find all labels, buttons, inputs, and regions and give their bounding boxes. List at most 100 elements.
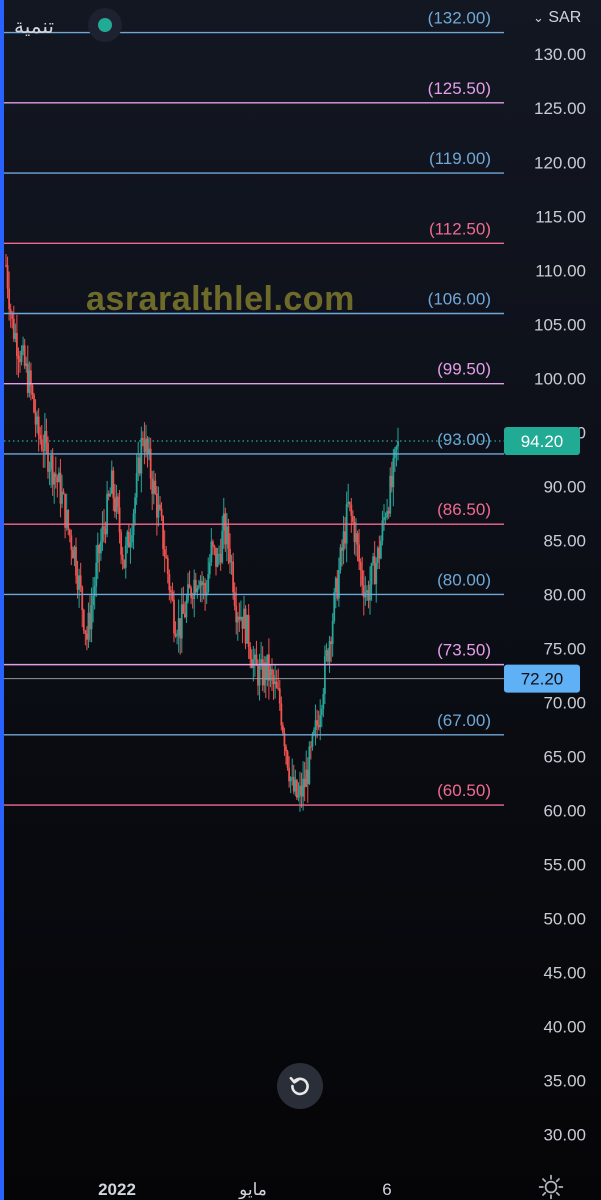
price-tick-label: 85.00	[543, 531, 586, 550]
candle-body	[84, 630, 87, 634]
symbol-title[interactable]: تنمية	[14, 14, 54, 38]
candle-body	[47, 442, 49, 472]
candle-body	[302, 778, 305, 797]
candle-body	[218, 553, 221, 555]
candle-body	[244, 608, 247, 644]
candle-body	[375, 563, 378, 585]
candle-body	[294, 780, 297, 792]
candle-body	[379, 540, 382, 559]
time-axis-label: 6	[382, 1180, 391, 1199]
candle-body	[347, 501, 350, 504]
candle-body	[154, 480, 157, 494]
candle-body	[51, 455, 54, 485]
candle-body	[238, 616, 241, 620]
level-label: (60.50)	[437, 781, 491, 800]
currency-selector[interactable]: ⌄ SAR	[533, 9, 581, 27]
candle-body	[362, 585, 365, 598]
candle-body	[101, 526, 104, 542]
candle-body	[191, 597, 194, 599]
candle-body	[261, 659, 264, 686]
candle-body	[33, 394, 35, 413]
candle-body	[36, 416, 39, 425]
candle-body	[37, 416, 40, 436]
price-chart[interactable]: (132.00) (125.50) (119.00) (112.50) (106.00)…	[0, 0, 601, 1200]
market-status-indicator[interactable]	[88, 8, 122, 42]
candle-body	[157, 504, 160, 518]
candle-body	[160, 508, 163, 517]
candle-body	[311, 733, 314, 747]
candle-body	[25, 363, 28, 366]
candle-body	[73, 546, 76, 559]
candle-body	[20, 350, 23, 363]
candle-body	[384, 517, 387, 519]
candle-body	[225, 526, 228, 545]
candle-body	[127, 531, 130, 548]
price-tick-label: 130.00	[534, 45, 586, 64]
candle-body	[323, 656, 326, 694]
level-label: (125.50)	[428, 79, 491, 98]
candle-body	[342, 531, 345, 551]
candle-body	[162, 516, 165, 550]
candle-body	[193, 579, 196, 599]
candle-body	[68, 529, 71, 536]
candle-body	[85, 633, 88, 640]
candle-body	[120, 532, 123, 555]
candle-body	[121, 554, 124, 560]
candle-body	[65, 510, 68, 528]
candle-body	[350, 504, 353, 517]
candle-body	[190, 588, 193, 598]
candle-body	[306, 769, 309, 784]
price-tick-label: 90.00	[543, 477, 586, 496]
currency-label: SAR	[548, 9, 582, 26]
candle-body	[50, 455, 53, 470]
candle-body	[96, 545, 99, 563]
candle-body	[395, 446, 398, 450]
price-tick-label: 65.00	[543, 747, 586, 766]
candle-body	[376, 547, 379, 564]
candle-body	[26, 363, 29, 393]
candle-body	[383, 517, 385, 521]
candle-body	[369, 584, 371, 601]
chart-settings-button[interactable]	[538, 1174, 564, 1200]
candle-body	[81, 586, 84, 611]
candle-body	[197, 586, 200, 588]
candle-body	[155, 493, 158, 518]
candle-body	[278, 688, 281, 704]
price-tick-label: 80.00	[543, 585, 586, 604]
candle-body	[266, 654, 269, 681]
candle-body	[109, 493, 112, 497]
candle-body	[64, 493, 67, 528]
candle-body	[277, 687, 280, 689]
candlestick-series	[5, 253, 399, 812]
candle-body	[239, 616, 242, 620]
candle-body	[267, 654, 270, 681]
candle-body	[208, 562, 211, 575]
last-price-label: 94.20	[521, 432, 564, 451]
candle-body	[314, 720, 317, 730]
candle-body	[79, 575, 82, 587]
candle-body	[359, 561, 362, 571]
candle-body	[328, 641, 331, 662]
candle-body	[289, 777, 292, 782]
candle-body	[213, 546, 216, 548]
price-tick-label: 110.00	[535, 261, 586, 280]
candle-body	[309, 746, 312, 748]
time-axis-label: 2022	[98, 1180, 136, 1199]
candle-body	[165, 556, 168, 559]
candle-body	[140, 438, 143, 474]
candle-body	[280, 703, 283, 726]
candle-body	[297, 794, 300, 798]
candle-body	[166, 558, 169, 575]
candle-body	[28, 370, 31, 393]
candle-body	[331, 620, 334, 644]
candle-body	[5, 264, 7, 266]
candle-body	[39, 435, 42, 440]
candle-body	[271, 669, 273, 676]
reset-scale-button[interactable]	[277, 1063, 323, 1109]
price-tick-label: 35.00	[543, 1072, 586, 1091]
candle-body	[252, 659, 255, 668]
candle-body	[339, 547, 342, 571]
candle-body	[325, 650, 328, 657]
level-label: (86.50)	[437, 500, 491, 519]
candle-body	[183, 613, 186, 618]
